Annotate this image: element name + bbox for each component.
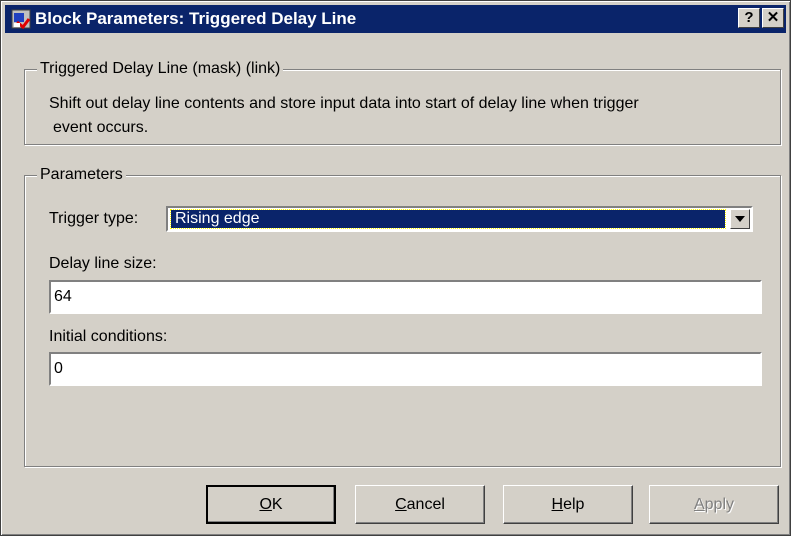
help-label-rest: elp bbox=[563, 496, 585, 513]
description-line-1: Shift out delay line contents and store … bbox=[49, 95, 639, 112]
description-line-2: event occurs. bbox=[53, 119, 149, 136]
simulink-block-icon bbox=[11, 9, 31, 29]
help-button[interactable]: Help bbox=[503, 485, 633, 524]
ok-mnemonic: O bbox=[259, 496, 272, 513]
dropdown-arrow-icon[interactable] bbox=[730, 209, 750, 229]
cancel-mnemonic: C bbox=[395, 496, 407, 513]
window-title: Block Parameters: Triggered Delay Line bbox=[35, 9, 357, 28]
cancel-label-rest: ancel bbox=[406, 496, 445, 513]
dialog-window: Block Parameters: Triggered Delay Line ?… bbox=[0, 0, 791, 536]
close-icon[interactable]: ✕ bbox=[762, 8, 784, 28]
apply-button[interactable]: Apply bbox=[649, 485, 779, 524]
delay-line-size-input[interactable] bbox=[51, 282, 760, 312]
apply-label-rest: pply bbox=[704, 496, 735, 513]
trigger-type-selected-value: Rising edge bbox=[170, 209, 726, 229]
parameters-legend: Parameters bbox=[37, 165, 126, 185]
ok-button[interactable]: OK bbox=[206, 485, 336, 524]
initial-conditions-field[interactable] bbox=[49, 352, 762, 386]
trigger-type-dropdown[interactable]: Rising edge bbox=[166, 206, 753, 232]
cancel-button[interactable]: Cancel bbox=[355, 485, 485, 524]
description-legend: Triggered Delay Line (mask) (link) bbox=[37, 59, 284, 79]
delay-line-size-field[interactable] bbox=[49, 280, 762, 314]
help-mnemonic: H bbox=[551, 496, 564, 513]
ok-label-rest: K bbox=[271, 496, 283, 513]
initial-conditions-label: Initial conditions: bbox=[49, 328, 168, 345]
title-bar[interactable]: Block Parameters: Triggered Delay Line ?… bbox=[5, 5, 786, 33]
help-icon[interactable]: ? bbox=[738, 8, 760, 28]
apply-mnemonic: A bbox=[693, 496, 705, 513]
initial-conditions-input[interactable] bbox=[51, 354, 760, 384]
trigger-type-label: Trigger type: bbox=[49, 210, 139, 227]
delay-line-size-label: Delay line size: bbox=[49, 255, 157, 272]
